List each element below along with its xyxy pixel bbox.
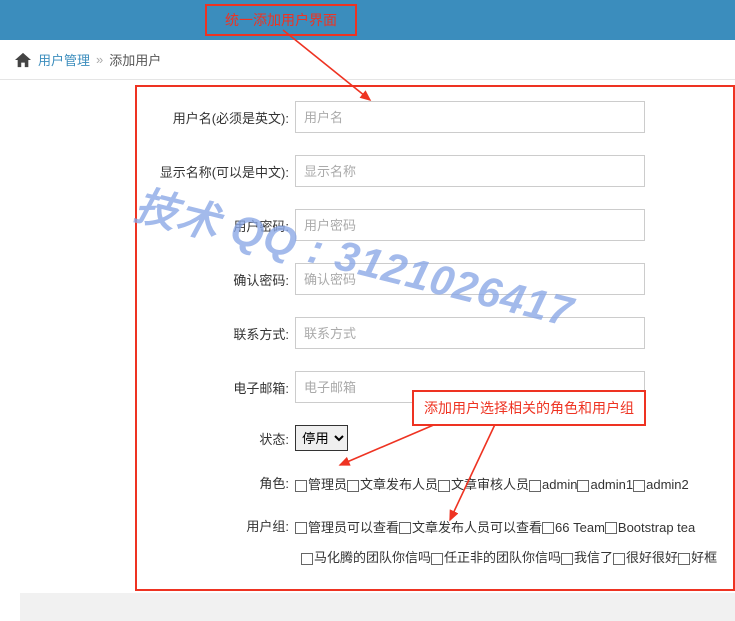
checkbox-label: 管理员可以查看 <box>308 520 399 535</box>
username-label: 用户名(必须是英文): <box>137 108 295 127</box>
checkbox-label: admin2 <box>646 477 689 492</box>
checkbox[interactable] <box>399 522 411 534</box>
footer-bar <box>20 593 735 621</box>
displayname-label: 显示名称(可以是中文): <box>137 162 295 181</box>
checkbox-label: 任正非的团队你信吗 <box>444 550 561 565</box>
checkbox-label: 好框 <box>691 550 717 565</box>
checkbox[interactable] <box>542 522 554 534</box>
top-bar: 统一添加用户界面 <box>0 0 735 40</box>
roles-label: 角色: <box>137 473 295 492</box>
checkbox-label: 文章发布人员 <box>360 477 438 492</box>
status-select[interactable]: 停用 <box>295 425 348 451</box>
checkbox[interactable] <box>561 553 573 565</box>
checkbox[interactable] <box>678 553 690 565</box>
groups-checks: 管理员可以查看文章发布人员可以查看 66 Team Bootstrap tea <box>295 516 733 541</box>
checkbox[interactable] <box>577 480 589 492</box>
checkbox[interactable] <box>295 522 307 534</box>
checkbox[interactable] <box>633 480 645 492</box>
breadcrumb-current: 添加用户 <box>109 50 161 69</box>
checkbox-label: 马化腾的团队你信吗 <box>314 550 431 565</box>
status-label: 状态: <box>137 429 295 448</box>
breadcrumb-link[interactable]: 用户管理 <box>38 50 90 69</box>
checkbox-label: 很好很好 <box>626 550 678 565</box>
checkbox[interactable] <box>613 553 625 565</box>
password-input[interactable] <box>295 209 645 241</box>
checkbox[interactable] <box>438 480 450 492</box>
breadcrumb: 用户管理 » 添加用户 <box>0 40 735 80</box>
groups-extra: 马化腾的团队你信吗任正非的团队你信吗我信了很好很好好框 <box>301 546 733 571</box>
displayname-input[interactable] <box>295 155 645 187</box>
breadcrumb-sep: » <box>96 52 103 67</box>
checkbox-label: 管理员 <box>308 477 347 492</box>
checkbox[interactable] <box>529 480 541 492</box>
checkbox[interactable] <box>347 480 359 492</box>
checkbox-label: admin <box>542 477 577 492</box>
checkbox-label: 文章审核人员 <box>451 477 529 492</box>
email-label: 电子邮箱: <box>137 378 295 397</box>
roles-checks: 管理员文章发布人员文章审核人员 admin admin1 admin2 <box>295 473 733 498</box>
checkbox[interactable] <box>295 480 307 492</box>
contact-label: 联系方式: <box>137 324 295 343</box>
password-label: 用户密码: <box>137 216 295 235</box>
confirm-input[interactable] <box>295 263 645 295</box>
home-icon <box>14 52 32 68</box>
checkbox-label: Bootstrap tea <box>618 520 695 535</box>
callout-top: 统一添加用户界面 <box>205 4 357 36</box>
confirm-label: 确认密码: <box>137 270 295 289</box>
checkbox-label: 文章发布人员可以查看 <box>412 520 542 535</box>
checkbox-label: 66 Team <box>555 520 605 535</box>
callout-mid: 添加用户选择相关的角色和用户组 <box>412 390 646 426</box>
contact-input[interactable] <box>295 317 645 349</box>
checkbox[interactable] <box>431 553 443 565</box>
checkbox[interactable] <box>301 553 313 565</box>
checkbox-label: 我信了 <box>574 550 613 565</box>
checkbox[interactable] <box>605 522 617 534</box>
checkbox-label: admin1 <box>590 477 633 492</box>
username-input[interactable] <box>295 101 645 133</box>
form-area: 用户名(必须是英文): 显示名称(可以是中文): 用户密码: 确认密码: 联系方… <box>135 85 735 591</box>
groups-label: 用户组: <box>137 516 295 535</box>
